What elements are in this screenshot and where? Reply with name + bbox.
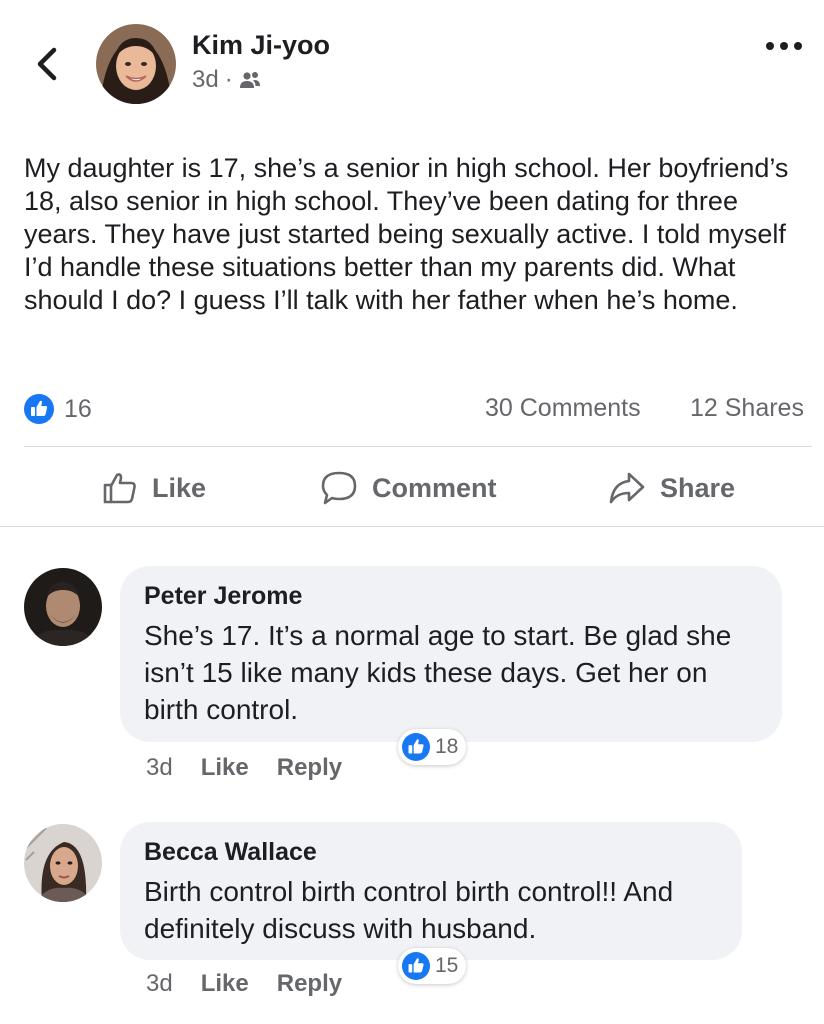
divider [0, 526, 824, 527]
reaction-summary[interactable]: 16 [24, 394, 92, 424]
more-options-button[interactable] [764, 36, 804, 56]
like-reaction-icon [402, 733, 430, 761]
chevron-left-icon [37, 47, 57, 81]
share-arrow-icon [609, 472, 645, 504]
friends-icon [239, 72, 260, 88]
speech-bubble-icon [321, 471, 357, 505]
comment-text: She’s 17. It’s a normal age to start. Be… [144, 620, 732, 725]
comment-like-button[interactable]: Like [201, 970, 249, 998]
comment-bubble[interactable]: Becca Wallace Birth control birth contro… [120, 822, 742, 960]
comment-reaction-count[interactable]: 15 [398, 948, 467, 984]
like-reaction-icon [402, 952, 430, 980]
reaction-count: 15 [435, 954, 459, 977]
comment-actions: 3d Like Reply [146, 970, 342, 998]
comment-reply-button[interactable]: Reply [277, 970, 342, 998]
commenter-avatar[interactable] [24, 824, 102, 902]
like-button-label: Like [152, 472, 207, 503]
comment-button[interactable]: Comment [320, 466, 497, 510]
post-header: Kim Ji-yoo 3d · [0, 0, 824, 120]
reaction-count: 18 [435, 735, 459, 758]
post-text: My daughter is 17, she’s a senior in hig… [24, 153, 789, 315]
author-name[interactable]: Kim Ji-yoo [192, 30, 330, 61]
meta-separator: · [224, 66, 233, 93]
commenter-name[interactable]: Peter Jerome [144, 582, 758, 611]
like-reaction-icon [24, 394, 54, 424]
post-stats: 16 30 Comments 12 Shares [0, 388, 824, 428]
comment-time: 3d [146, 754, 173, 781]
commenter-name[interactable]: Becca Wallace [144, 838, 718, 867]
shares-count[interactable]: 12 Shares [690, 394, 804, 423]
like-button[interactable]: Like [102, 466, 206, 510]
thumbs-up-icon [103, 473, 136, 504]
like-count: 16 [64, 394, 92, 423]
comment-bubble[interactable]: Peter Jerome She’s 17. It’s a normal age… [120, 566, 782, 742]
share-button[interactable]: Share [608, 466, 735, 510]
comment-actions: 3d Like Reply [146, 754, 342, 782]
comment-like-button[interactable]: Like [201, 754, 249, 782]
more-dots-icon [766, 42, 802, 50]
divider [24, 446, 812, 447]
comments-count[interactable]: 30 Comments [485, 394, 641, 423]
comment-text: Birth control birth control birth contro… [144, 876, 674, 944]
author-avatar[interactable] [96, 24, 176, 104]
post-time[interactable]: 3d [192, 66, 219, 94]
share-button-label: Share [660, 472, 736, 503]
comment-reaction-count[interactable]: 18 [398, 729, 467, 765]
commenter-avatar[interactable] [24, 568, 102, 646]
comment-button-label: Comment [372, 472, 497, 503]
comment-time: 3d [146, 970, 173, 997]
back-button[interactable] [34, 44, 62, 84]
post-meta: 3d · [192, 66, 261, 94]
comment-reply-button[interactable]: Reply [277, 754, 342, 782]
